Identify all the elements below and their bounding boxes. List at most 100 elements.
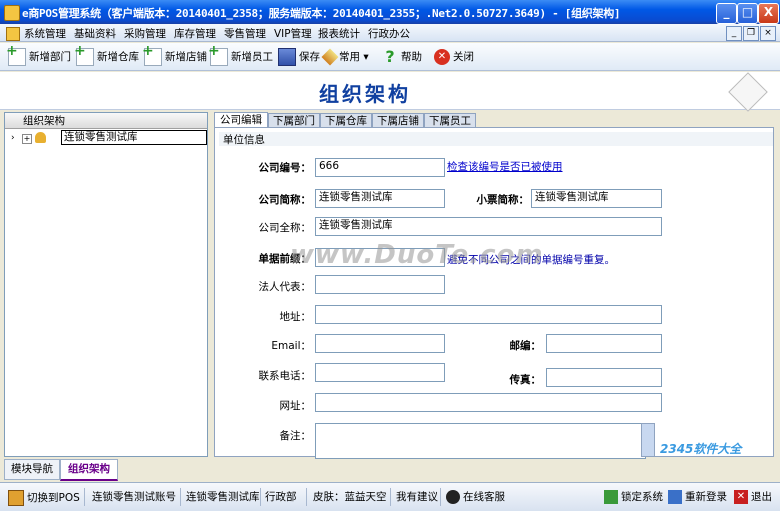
exit-button[interactable]: ✕ 退出 xyxy=(734,490,772,504)
add-store-label: 新增店铺 xyxy=(165,51,207,63)
org-chart-icon xyxy=(728,72,768,112)
help-button[interactable]: ? 帮助 xyxy=(382,48,422,66)
relogin-label: 重新登录 xyxy=(685,491,727,503)
mdi-minimize-button[interactable]: _ xyxy=(726,26,742,41)
tree-panel: 组织架构 › + 连锁零售测试库 xyxy=(4,112,208,457)
add-icon xyxy=(142,42,162,66)
check-code-link[interactable]: 检查该编号是否已被使用 xyxy=(447,159,563,174)
tab-module-nav[interactable]: 模块导航 xyxy=(4,459,60,480)
address-input[interactable] xyxy=(315,305,662,324)
relogin-button[interactable]: 重新登录 xyxy=(668,490,727,504)
watermark-2345: 2345软件大全 xyxy=(660,442,742,456)
window-title: e商POS管理系统（客户端版本：20140401_2358；服务端版本：2014… xyxy=(22,7,621,20)
menu-system[interactable]: 系统管理 xyxy=(24,26,66,41)
separator xyxy=(440,488,441,506)
common-icon xyxy=(321,48,339,66)
add-icon xyxy=(208,42,228,66)
remark-label: 备注： xyxy=(279,430,312,442)
minimize-button[interactable]: _ xyxy=(716,3,737,24)
add-employee-button[interactable]: 新增员工 xyxy=(208,42,273,66)
lock-system-button[interactable]: 锁定系统 xyxy=(604,490,663,504)
app-icon xyxy=(4,5,20,21)
mdi-restore-button[interactable]: ❐ xyxy=(743,26,759,41)
menu-retail[interactable]: 零售管理 xyxy=(224,26,266,41)
menu-admin[interactable]: 行政办公 xyxy=(368,26,410,41)
zip-input[interactable] xyxy=(546,334,662,353)
mdi-close-button[interactable]: × xyxy=(760,26,776,41)
relogin-icon xyxy=(668,490,682,504)
add-dept-button[interactable]: 新增部门 xyxy=(6,42,71,66)
menu-vip[interactable]: VIP管理 xyxy=(274,26,312,41)
receipt-name-label: 小票简称： xyxy=(476,194,530,206)
full-name-label: 公司全称： xyxy=(258,222,312,234)
remark-textarea[interactable] xyxy=(315,423,646,459)
company-form: 单位信息 公司编号： 666 检查该编号是否已被使用 公司简称： 连锁零售测试库… xyxy=(214,127,774,459)
tab-org-structure[interactable]: 组织架构 xyxy=(60,459,118,481)
save-button[interactable]: 保存 xyxy=(278,48,320,66)
pos-icon xyxy=(8,490,24,506)
remark-scrollbar[interactable] xyxy=(641,423,655,457)
lock-system-label: 锁定系统 xyxy=(621,491,663,503)
menu-purchase[interactable]: 采购管理 xyxy=(124,26,166,41)
close-icon: ✕ xyxy=(434,49,450,65)
tree-node-label: 连锁零售测试库 xyxy=(61,130,207,145)
address-label: 地址： xyxy=(279,311,312,323)
close-button[interactable]: ✕ 关闭 xyxy=(434,48,474,66)
close-window-button[interactable]: X xyxy=(758,3,779,24)
menu-reports[interactable]: 报表统计 xyxy=(318,26,360,41)
separator xyxy=(306,488,307,506)
separator xyxy=(260,488,261,506)
status-account: 连锁零售测试账号 xyxy=(92,491,176,503)
company-code-input[interactable]: 666 xyxy=(315,158,445,177)
toolbar: 新增部门 新增仓库 新增店铺 新增员工 保存 常用 ▾ ? 帮助 ✕关闭 xyxy=(0,42,780,71)
exit-icon: ✕ xyxy=(734,490,748,504)
online-support-button[interactable]: 在线客服 xyxy=(446,490,505,504)
zip-label: 邮编： xyxy=(509,340,542,352)
full-name-input[interactable]: 连锁零售测试库 xyxy=(315,217,662,236)
phone-label: 联系电话： xyxy=(258,370,312,382)
add-dept-label: 新增部门 xyxy=(29,51,71,63)
maximize-button[interactable]: □ xyxy=(737,3,758,24)
add-icon xyxy=(6,42,26,66)
qq-icon xyxy=(446,490,460,504)
receipt-name-input[interactable]: 连锁零售测试库 xyxy=(531,189,662,208)
add-store-button[interactable]: 新增店铺 xyxy=(142,42,207,66)
legal-rep-label: 法人代表： xyxy=(258,281,312,293)
help-label: 帮助 xyxy=(401,51,422,63)
suggestion-button[interactable]: 我有建议 xyxy=(396,490,438,504)
watermark: www.DuoTe.com xyxy=(290,240,544,270)
lock-icon xyxy=(604,490,618,504)
separator xyxy=(84,488,85,506)
separator xyxy=(390,488,391,506)
email-input[interactable] xyxy=(315,334,445,353)
short-name-input[interactable]: 连锁零售测试库 xyxy=(315,189,445,208)
skin-selector[interactable]: 皮肤：蓝益天空 xyxy=(313,490,387,504)
expand-icon[interactable]: + xyxy=(22,134,32,144)
organization-icon xyxy=(35,132,46,143)
menu-inventory[interactable]: 库存管理 xyxy=(174,26,216,41)
phone-input[interactable] xyxy=(315,363,445,382)
fax-label: 传真： xyxy=(509,374,542,386)
email-label: Email： xyxy=(271,340,311,352)
add-icon xyxy=(74,42,94,66)
group-title: 单位信息 xyxy=(219,132,773,146)
switch-pos-label: 切换到POS xyxy=(27,492,80,504)
status-bar: 切换到POS 连锁零售测试账号 连锁零售测试库 行政部 皮肤：蓝益天空 我有建议… xyxy=(0,482,780,511)
add-employee-label: 新增员工 xyxy=(231,51,273,63)
add-warehouse-button[interactable]: 新增仓库 xyxy=(74,42,139,66)
banner: 组织架构 xyxy=(0,72,780,112)
fax-input[interactable] xyxy=(546,368,662,387)
page-title: 组织架构 xyxy=(319,82,411,106)
save-icon xyxy=(278,48,296,66)
title-bar[interactable]: e商POS管理系统（客户端版本：20140401_2358；服务端版本：2014… xyxy=(0,0,780,24)
website-input[interactable] xyxy=(315,393,662,412)
tree-node[interactable]: › + 连锁零售测试库 xyxy=(5,130,207,146)
menu-basic-data[interactable]: 基础资料 xyxy=(74,26,116,41)
legal-rep-input[interactable] xyxy=(315,275,445,294)
short-name-label: 公司简称： xyxy=(258,194,312,206)
common-dropdown[interactable]: 常用 ▾ xyxy=(321,48,369,66)
switch-pos-button[interactable]: 切换到POS xyxy=(8,490,80,506)
help-icon: ? xyxy=(385,47,395,66)
exit-label: 退出 xyxy=(751,491,772,503)
menu-bar: 系统管理 基础资料 采购管理 库存管理 零售管理 VIP管理 报表统计 行政办公… xyxy=(0,24,780,42)
